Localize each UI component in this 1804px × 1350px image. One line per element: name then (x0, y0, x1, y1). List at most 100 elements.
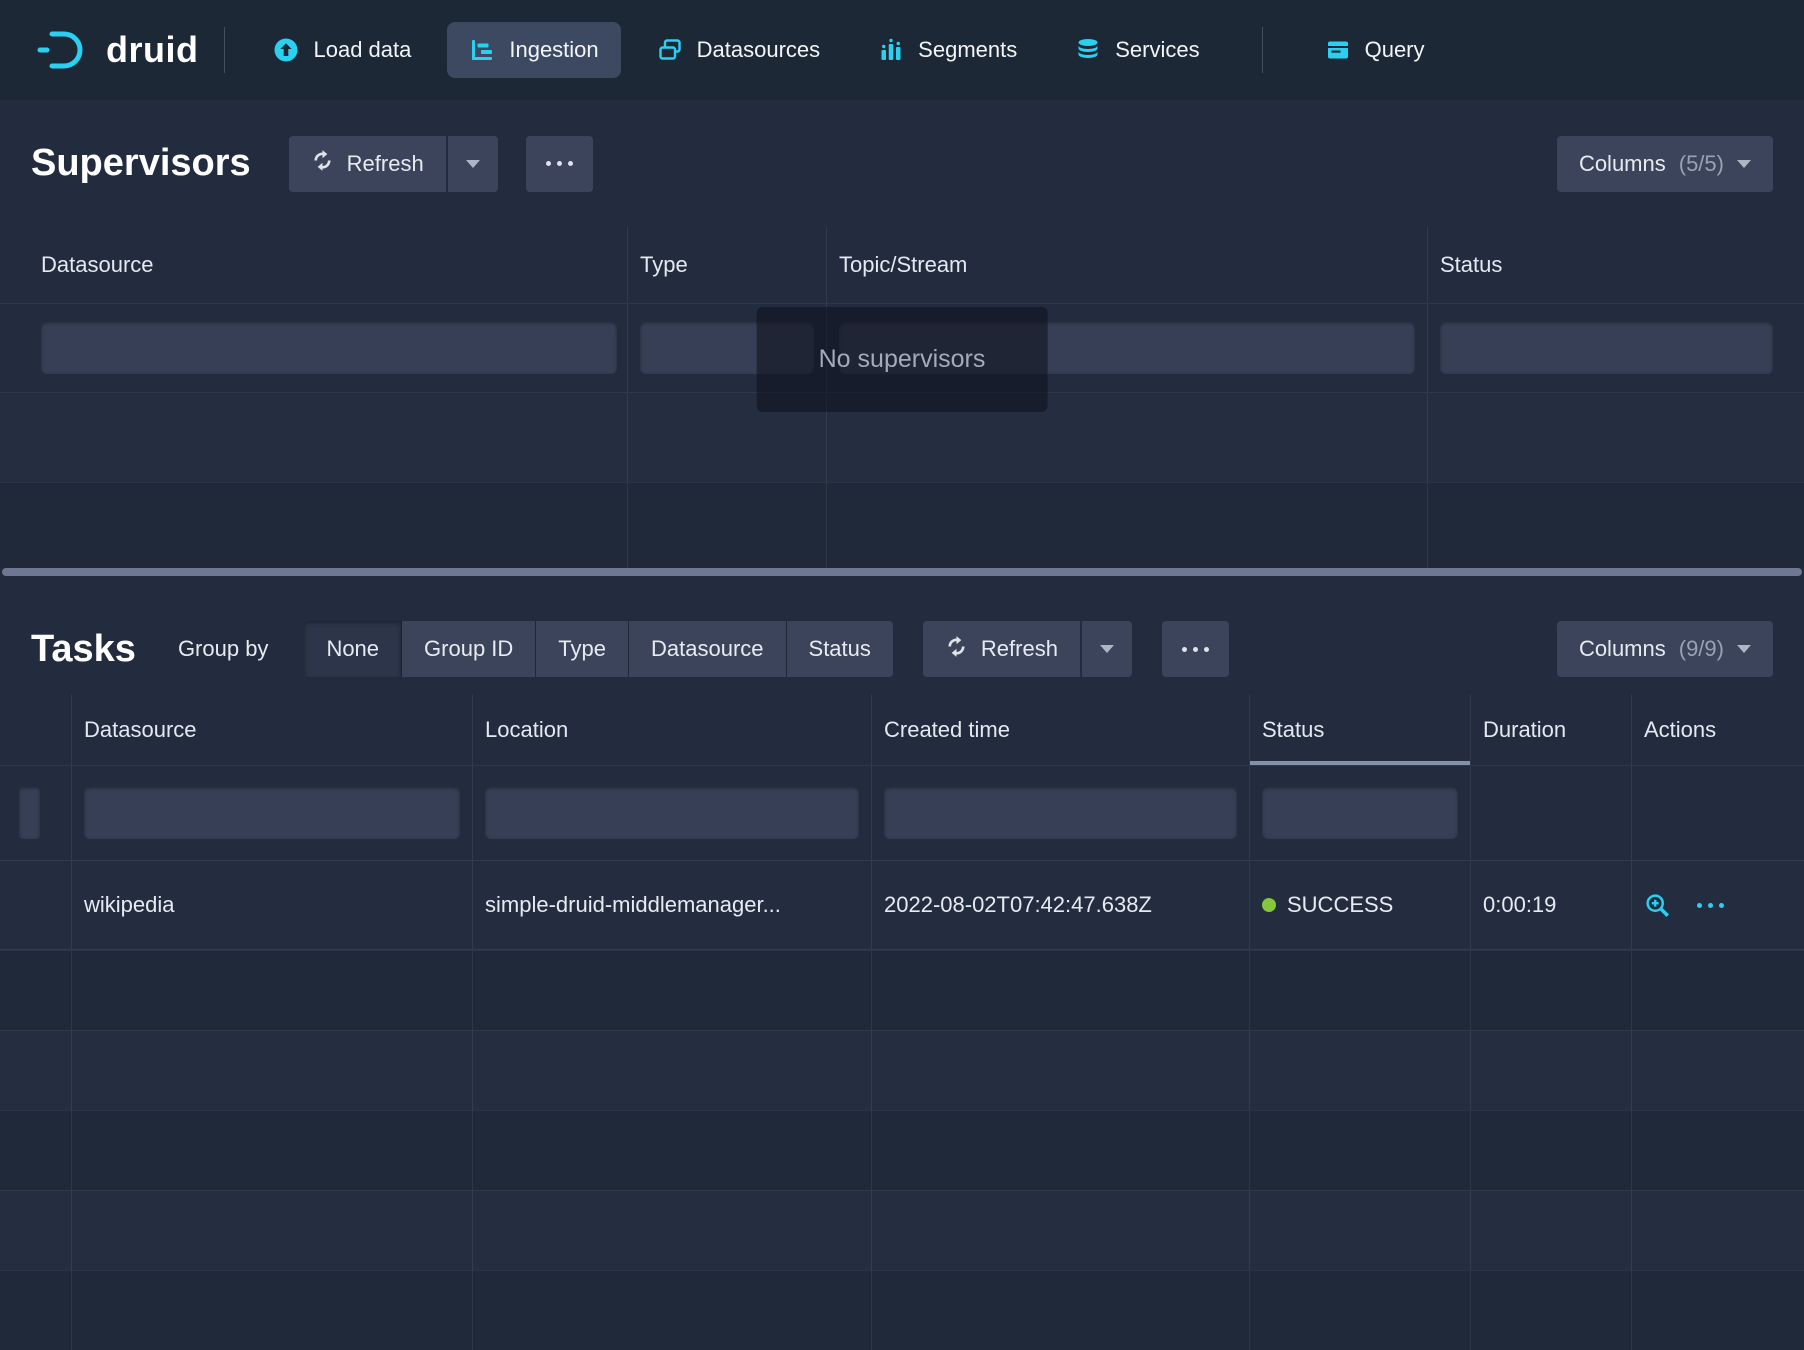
load-data-icon (273, 37, 299, 63)
filter-status-input[interactable] (1262, 787, 1458, 839)
magnifier-plus-icon (1644, 892, 1671, 919)
group-by-group-id-button[interactable]: Group ID (402, 621, 536, 677)
chevron-down-icon (466, 160, 480, 168)
nav-datasources[interactable]: Datasources (635, 22, 843, 78)
columns-count: (9/9) (1679, 636, 1724, 662)
supervisors-section: Supervisors Refresh Columns (5/5) Dataso… (0, 100, 1804, 576)
task-status-cell: SUCCESS (1250, 861, 1471, 949)
filter-datasource-input[interactable] (41, 322, 617, 374)
task-detail-magnifier-button[interactable] (1644, 892, 1671, 919)
druid-logo[interactable]: druid (36, 28, 198, 72)
nav-query[interactable]: Query (1303, 22, 1447, 78)
nav-label: Services (1115, 37, 1199, 63)
tasks-refresh-interval-button[interactable] (1082, 621, 1132, 677)
column-header-duration[interactable]: Duration (1471, 694, 1632, 765)
column-header-stub (0, 694, 72, 765)
supervisors-refresh-group: Refresh (289, 136, 498, 192)
refresh-icon (311, 149, 334, 178)
table-row (0, 1190, 1804, 1270)
nav-segments[interactable]: Segments (856, 22, 1039, 78)
tasks-filter-row (0, 766, 1804, 860)
tasks-table-header: Datasource Location Created time Status … (0, 694, 1804, 766)
tasks-title: Tasks (31, 628, 136, 671)
group-by-none-button[interactable]: None (304, 621, 402, 677)
filter-status-input[interactable] (1440, 322, 1773, 374)
status-success-dot (1262, 898, 1276, 912)
column-header-datasource[interactable]: Datasource (0, 227, 628, 303)
supervisors-table-header: Datasource Type Topic/Stream Status (0, 227, 1804, 304)
group-by-datasource-button[interactable]: Datasource (629, 621, 787, 677)
table-row (0, 1030, 1804, 1110)
supervisors-more-button[interactable] (526, 136, 593, 192)
druid-logo-icon (36, 28, 92, 72)
services-icon (1075, 37, 1101, 63)
nav-label: Query (1365, 37, 1425, 63)
group-by-label: Group by (178, 636, 269, 662)
task-id-cell (0, 861, 72, 949)
tasks-section: Tasks Group by None Group ID Type Dataso… (0, 576, 1804, 1350)
chevron-down-icon (1100, 645, 1114, 653)
task-actions-menu-button[interactable] (1697, 903, 1724, 908)
supervisors-refresh-interval-button[interactable] (448, 136, 498, 192)
nav-label: Segments (918, 37, 1017, 63)
nav-load-data[interactable]: Load data (251, 22, 433, 78)
refresh-label: Refresh (347, 151, 424, 177)
horizontal-scrollbar[interactable] (2, 568, 1802, 576)
segments-icon (878, 37, 904, 63)
table-row (0, 1270, 1804, 1350)
group-by-segmented-control: None Group ID Type Datasource Status (304, 621, 892, 677)
tasks-refresh-group: Refresh (923, 621, 1132, 677)
tasks-table: Datasource Location Created time Status … (0, 694, 1804, 1350)
column-header-status[interactable]: Status (1250, 694, 1471, 765)
columns-label: Columns (1579, 151, 1666, 177)
column-header-actions[interactable]: Actions (1632, 694, 1804, 765)
task-row-wikipedia[interactable]: wikipedia simple-druid-middlemanager... … (0, 860, 1804, 950)
refresh-label: Refresh (981, 636, 1058, 662)
main-nav: Load data Ingestion Datasources Segments (251, 22, 1446, 78)
nav-label: Ingestion (509, 37, 598, 63)
column-header-type[interactable]: Type (628, 227, 827, 303)
ingestion-icon (469, 37, 495, 63)
supervisors-columns-button[interactable]: Columns (5/5) (1557, 136, 1773, 192)
tasks-columns-button[interactable]: Columns (9/9) (1557, 621, 1773, 677)
column-header-topic-stream[interactable]: Topic/Stream (827, 227, 1428, 303)
datasources-icon (657, 37, 683, 63)
more-icon (546, 161, 573, 166)
group-by-status-button[interactable]: Status (787, 621, 893, 677)
columns-count: (5/5) (1679, 151, 1724, 177)
table-row (0, 1110, 1804, 1190)
more-icon (1697, 903, 1724, 908)
tasks-controls: Tasks Group by None Group ID Type Dataso… (0, 604, 1804, 694)
filter-location-input[interactable] (485, 787, 859, 839)
table-row (0, 482, 1804, 568)
chevron-down-icon (1737, 645, 1751, 653)
nav-ingestion[interactable]: Ingestion (447, 22, 620, 78)
filter-created-time-input[interactable] (884, 787, 1237, 839)
status-text: SUCCESS (1287, 892, 1393, 918)
table-row (0, 950, 1804, 1030)
column-header-location[interactable]: Location (473, 694, 872, 765)
task-datasource-cell: wikipedia (72, 861, 473, 949)
group-by-type-button[interactable]: Type (536, 621, 629, 677)
supervisors-table: Datasource Type Topic/Stream Status No s… (0, 227, 1804, 576)
supervisors-title: Supervisors (31, 142, 251, 185)
task-location-cell: simple-druid-middlemanager... (473, 861, 872, 949)
column-header-datasource[interactable]: Datasource (72, 694, 473, 765)
tasks-more-button[interactable] (1162, 621, 1229, 677)
supervisors-refresh-button[interactable]: Refresh (289, 136, 446, 192)
tasks-refresh-button[interactable]: Refresh (923, 621, 1080, 677)
column-header-created-time[interactable]: Created time (872, 694, 1250, 765)
supervisors-controls: Supervisors Refresh Columns (5/5) (0, 100, 1804, 227)
filter-task-id-input-clipped[interactable] (19, 787, 40, 839)
task-created-time-cell: 2022-08-02T07:42:47.638Z (872, 861, 1250, 949)
column-header-status[interactable]: Status (1428, 227, 1804, 303)
nav-label: Load data (313, 37, 411, 63)
nav-divider (1262, 27, 1263, 73)
task-duration-cell: 0:00:19 (1471, 861, 1632, 949)
nav-label: Datasources (697, 37, 821, 63)
nav-services[interactable]: Services (1053, 22, 1221, 78)
refresh-icon (945, 635, 968, 664)
filter-datasource-input[interactable] (84, 787, 460, 839)
no-supervisors-message: No supervisors (757, 307, 1048, 412)
columns-label: Columns (1579, 636, 1666, 662)
